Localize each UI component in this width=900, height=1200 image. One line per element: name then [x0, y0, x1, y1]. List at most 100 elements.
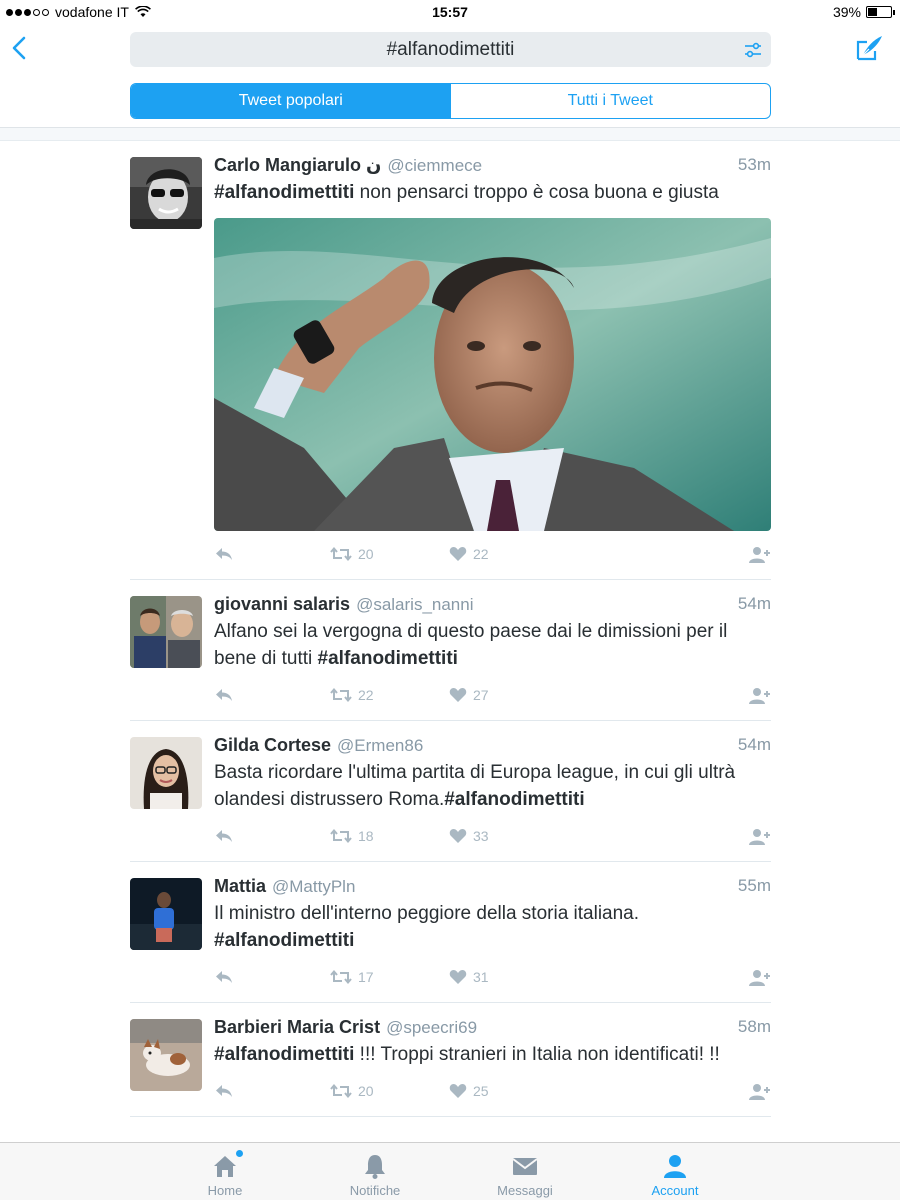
retweet-icon [330, 828, 352, 844]
tweet-media-image[interactable] [214, 218, 771, 531]
compose-tweet-icon[interactable] [855, 33, 885, 63]
tweet-author-name[interactable]: Carlo Mangiarulo ن [214, 155, 381, 176]
home-icon [211, 1150, 243, 1179]
search-query: #alfanodimettiti [386, 38, 515, 60]
tab-tutti-i-tweet[interactable]: Tutti i Tweet [451, 84, 771, 118]
tweet-text: #alfanodimettiti non pensarci troppo è c… [214, 179, 771, 206]
avatar[interactable] [130, 1019, 202, 1091]
tweet-author-handle[interactable]: @ciemmece [387, 156, 482, 176]
tweet-timestamp: 54m [737, 735, 771, 754]
heart-icon [449, 970, 467, 984]
hashtag-link[interactable]: #alfanodimettiti [214, 1044, 354, 1065]
like-button[interactable]: 25 [449, 1083, 489, 1099]
reply-button[interactable] [214, 828, 234, 844]
tweet-author-handle[interactable]: @MattyPln [272, 877, 355, 897]
tweet-item[interactable]: Barbieri Maria Crist @speecri69 58m #alf… [130, 1003, 771, 1117]
tweet-item[interactable]: giovanni salaris @salaris_nanni 54m Alfa… [130, 580, 771, 721]
follow-button[interactable] [749, 546, 771, 564]
tab-account[interactable]: Account [600, 1143, 750, 1200]
reply-button[interactable] [214, 687, 234, 703]
like-button[interactable]: 27 [449, 687, 489, 703]
tweet-item[interactable]: Carlo Mangiarulo ن @ciemmece 53m #alfano… [130, 141, 771, 580]
hashtag-link[interactable]: #alfanodimettiti [318, 648, 458, 669]
like-count: 31 [473, 969, 489, 985]
filter-icon[interactable] [743, 40, 763, 60]
tweet-actions: 17 31 [214, 954, 771, 1002]
tweet-timestamp: 58m [737, 1017, 771, 1036]
like-button[interactable]: 22 [449, 546, 489, 562]
avatar[interactable] [130, 737, 202, 809]
tweet-text: Basta ricordare l'ultima partita di Euro… [214, 759, 771, 813]
follow-button[interactable] [749, 969, 771, 987]
retweet-button[interactable]: 20 [330, 546, 374, 562]
reply-icon [216, 830, 232, 842]
tab-label: Notifiche [349, 1183, 401, 1198]
tweet-author-name[interactable]: Mattia [214, 876, 266, 897]
tweet-author-handle[interactable]: @Ermen86 [337, 736, 423, 756]
tweet-item[interactable]: Mattia @MattyPln 55m Il ministro dell'in… [130, 862, 771, 1003]
tweet-author-name[interactable]: Barbieri Maria Crist [214, 1017, 380, 1038]
tweet-author-name[interactable]: giovanni salaris [214, 594, 350, 615]
hashtag-link[interactable]: #alfanodimettiti [214, 182, 354, 203]
tab-notifiche[interactable]: Notifiche [300, 1143, 450, 1200]
tweet-text-segment: !!! Troppi stranieri in Italia non ident… [354, 1044, 720, 1065]
retweet-button[interactable]: 17 [330, 969, 374, 985]
tweet-text: Alfano sei la vergogna di questo paese d… [214, 618, 771, 672]
reply-icon [216, 689, 232, 701]
retweet-button[interactable]: 20 [330, 1083, 374, 1099]
avatar[interactable] [130, 878, 202, 950]
reply-button[interactable] [214, 546, 234, 562]
avatar[interactable] [130, 157, 202, 229]
tweet-actions: 20 22 [214, 531, 771, 579]
tweet-timestamp: 53m [737, 155, 771, 174]
reply-icon [216, 971, 232, 983]
tab-home[interactable]: Home [150, 1143, 300, 1200]
retweet-count: 20 [358, 1083, 374, 1099]
tweet-timestamp: 54m [737, 594, 771, 613]
tweet-author-handle[interactable]: @speecri69 [386, 1018, 477, 1038]
avatar[interactable] [130, 596, 202, 668]
back-chevron-icon[interactable] [8, 34, 32, 62]
hashtag-link[interactable]: #alfanodimettiti [444, 789, 584, 810]
heart-icon [449, 829, 467, 843]
tweet-actions: 20 25 [214, 1068, 771, 1116]
retweet-button[interactable]: 22 [330, 687, 374, 703]
follow-button[interactable] [749, 828, 771, 846]
hashtag-link[interactable]: #alfanodimettiti [214, 930, 354, 951]
notification-dot [236, 1150, 243, 1157]
tweet-text-segment: non pensarci troppo è cosa buona e giust… [354, 182, 719, 203]
retweet-button[interactable]: 18 [330, 828, 374, 844]
tab-messaggi[interactable]: Messaggi [450, 1143, 600, 1200]
tweet-actions: 22 27 [214, 672, 771, 720]
tweet-text: #alfanodimettiti !!! Troppi stranieri in… [214, 1041, 771, 1068]
retweet-icon [330, 687, 352, 703]
follow-button[interactable] [749, 1083, 771, 1101]
tab-label: Messaggi [497, 1183, 553, 1198]
tab-tweet-popolari[interactable]: Tweet popolari [131, 84, 451, 118]
follow-user-icon [749, 688, 770, 704]
tweet-timestamp: 55m [737, 876, 771, 895]
reply-button[interactable] [214, 969, 234, 985]
tweet-feed[interactable]: Carlo Mangiarulo ن @ciemmece 53m #alfano… [0, 141, 900, 1142]
like-count: 27 [473, 687, 489, 703]
tweet-text-segment: Il ministro dell'interno peggiore della … [214, 903, 640, 924]
tweet-item[interactable]: Gilda Cortese @Ermen86 54m Basta ricorda… [130, 721, 771, 862]
reply-button[interactable] [214, 1083, 234, 1099]
heart-icon [449, 1084, 467, 1098]
like-button[interactable]: 31 [449, 969, 489, 985]
search-field[interactable]: #alfanodimettiti [130, 32, 771, 67]
like-count: 22 [473, 546, 489, 562]
battery-percent: 39% [832, 4, 861, 20]
reply-icon [216, 1085, 232, 1097]
tweet-author-handle[interactable]: @salaris_nanni [356, 595, 473, 615]
retweet-count: 20 [358, 546, 374, 562]
clock: 15:57 [432, 4, 468, 20]
follow-button[interactable] [749, 687, 771, 705]
tab-label: Account [651, 1183, 699, 1198]
heart-icon [449, 547, 467, 561]
follow-user-icon [749, 1084, 770, 1100]
tweet-author-name[interactable]: Gilda Cortese [214, 735, 331, 756]
retweet-count: 22 [358, 687, 374, 703]
tweet-text-segment: Alfano sei la vergogna di questo paese d… [214, 621, 728, 669]
like-button[interactable]: 33 [449, 828, 489, 844]
